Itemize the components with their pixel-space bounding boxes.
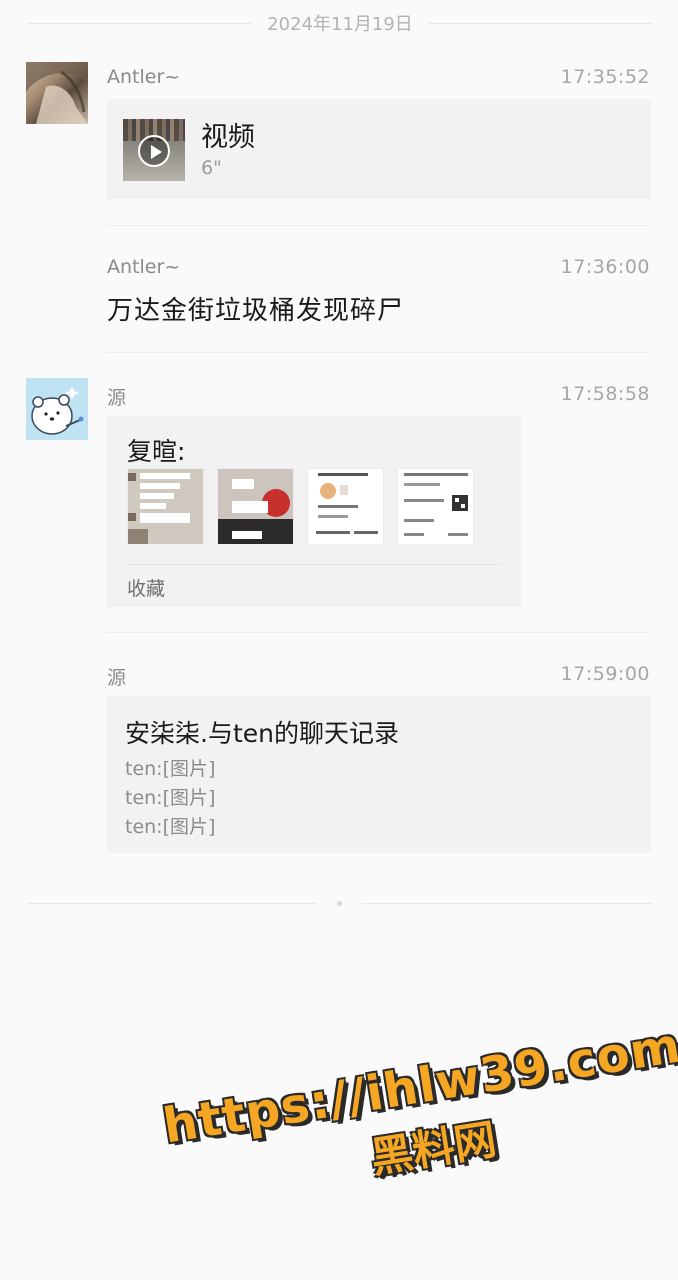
thumbnail-image[interactable] xyxy=(217,468,294,545)
video-title: 视频 xyxy=(201,122,255,153)
message-time: 17:36:00 xyxy=(560,256,650,278)
chat-screenshot-icon xyxy=(218,469,293,544)
video-card[interactable]: 视频 6" xyxy=(107,99,651,199)
separator-line xyxy=(362,903,652,904)
sender-name: 源 xyxy=(107,387,127,409)
chat-history-title: 安柒柒.与ten的聊天记录 xyxy=(125,719,399,748)
date-label: 2024年11月19日 xyxy=(267,14,413,35)
video-thumbnail[interactable] xyxy=(123,119,185,181)
chat-history-line: ten:[图片] xyxy=(125,758,216,780)
message-time: 17:35:52 xyxy=(560,66,650,88)
separator-dot xyxy=(337,901,342,906)
play-icon[interactable] xyxy=(138,135,170,167)
avatar[interactable] xyxy=(26,62,88,124)
separator-line xyxy=(428,22,652,24)
chat-screenshot-icon xyxy=(398,469,473,544)
favorite-card[interactable]: 复暄: 收藏 xyxy=(107,416,521,607)
chat-history-line: ten:[图片] xyxy=(125,787,216,809)
sender-name: Antler~ xyxy=(107,66,181,88)
message-time: 17:58:58 xyxy=(560,383,650,405)
favorite-divider xyxy=(127,564,501,565)
bear-avatar-icon xyxy=(26,378,88,440)
watermark: https://ihlw39.com 黑料网 xyxy=(150,959,678,1198)
message-divider xyxy=(107,632,651,633)
thumbnail-image[interactable] xyxy=(307,468,384,545)
avatar-photo-icon xyxy=(26,62,88,124)
sender-name: 源 xyxy=(107,667,127,689)
favorite-label: 收藏 xyxy=(127,578,166,600)
favorite-thumbnails xyxy=(127,468,474,545)
message-divider xyxy=(107,352,651,353)
message-time: 17:59:00 xyxy=(560,663,650,685)
date-separator: 2024年11月19日 xyxy=(28,8,652,38)
chat-history-card[interactable]: 安柒柒.与ten的聊天记录 ten:[图片] ten:[图片] ten:[图片] xyxy=(107,696,651,853)
separator-line xyxy=(28,903,316,904)
thumbnail-image[interactable] xyxy=(127,468,204,545)
thumbnail-image[interactable] xyxy=(397,468,474,545)
end-separator xyxy=(28,901,652,906)
separator-line xyxy=(28,22,252,24)
chat-history-line: ten:[图片] xyxy=(125,816,216,838)
chat-screenshot-icon xyxy=(308,469,383,544)
sender-name: Antler~ xyxy=(107,256,181,278)
message-text[interactable]: 万达金街垃圾桶发现碎尸 xyxy=(107,290,404,327)
message-divider xyxy=(107,225,651,226)
avatar[interactable] xyxy=(26,378,88,440)
favorite-title: 复暄: xyxy=(127,437,186,466)
chat-screenshot-icon xyxy=(128,469,203,544)
video-duration: 6" xyxy=(201,157,222,179)
